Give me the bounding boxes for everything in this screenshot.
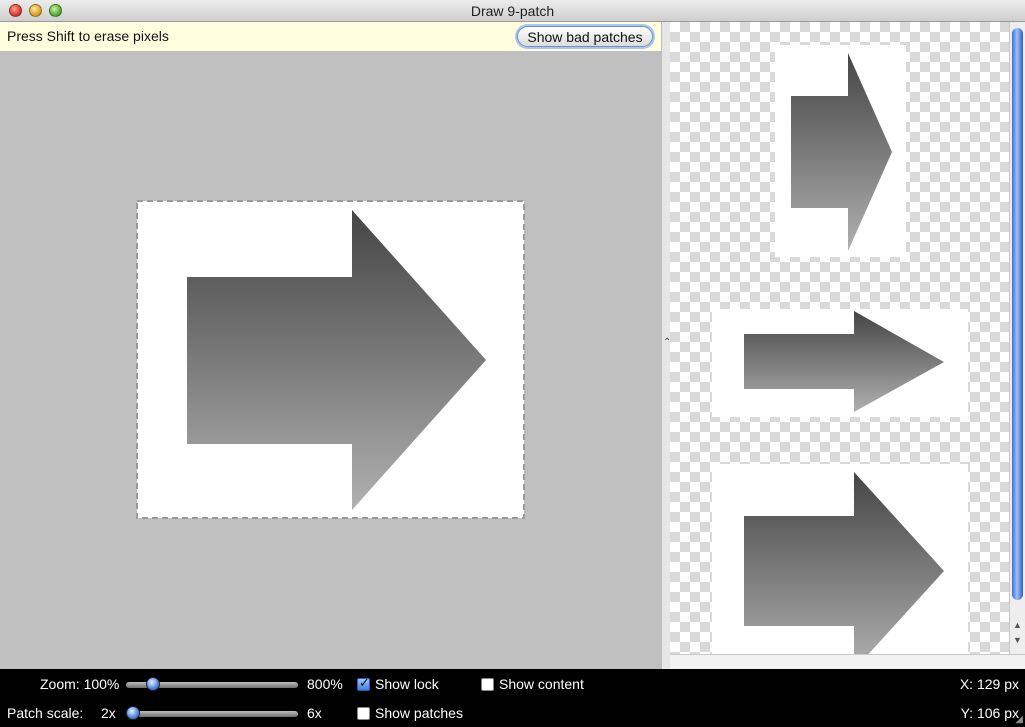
stretch-preview-pane: [670, 22, 1009, 654]
show-lock-label[interactable]: Show lock: [375, 676, 439, 692]
resize-grip-icon[interactable]: ◢: [1015, 714, 1023, 725]
scrollbar-thumb[interactable]: [1012, 28, 1023, 600]
zoom-label: Zoom: 100%: [40, 676, 120, 692]
scroll-down-icon[interactable]: ▼: [1013, 635, 1022, 645]
show-content-checkbox[interactable]: [481, 678, 494, 691]
both-stretch-preview: [712, 464, 968, 654]
patch-scale-slider-knob[interactable]: [126, 706, 140, 720]
title-bar: Draw 9-patch: [0, 0, 1025, 22]
preview-vertical-scrollbar[interactable]: ▲ ▼: [1009, 22, 1025, 654]
hint-bar: Press Shift to erase pixels Show bad pat…: [0, 22, 661, 51]
zoom-max-label: 800%: [307, 676, 343, 692]
show-content-label[interactable]: Show content: [499, 676, 584, 692]
y-coordinate-readout: Y: 106 px: [960, 705, 1019, 721]
patch-scale-max-label: 6x: [307, 705, 322, 721]
window-title: Draw 9-patch: [470, 3, 555, 19]
show-bad-patches-button[interactable]: Show bad patches: [517, 26, 653, 47]
checkmark-icon: ✓: [359, 675, 370, 690]
show-patches-checkbox[interactable]: [357, 707, 370, 720]
zoom-slider-knob[interactable]: [145, 677, 160, 691]
split-pane-divider[interactable]: ⌃: [661, 22, 671, 669]
patch-scale-min-label: 2x: [101, 705, 116, 721]
scroll-up-icon[interactable]: ▲: [1013, 620, 1022, 630]
patch-drawing-canvas[interactable]: [136, 200, 526, 542]
show-patches-label[interactable]: Show patches: [375, 705, 463, 721]
control-bar: Zoom: 100% 800% Patch scale: 2x 6x ✓ Sho…: [0, 669, 1025, 727]
patch-editor-pane[interactable]: Press Shift to erase pixels Show bad pat…: [0, 22, 661, 669]
horizontal-stretch-preview: [712, 309, 968, 417]
x-coordinate-readout: X: 129 px: [959, 676, 1019, 692]
zoom-slider[interactable]: [126, 677, 298, 691]
show-lock-checkbox[interactable]: ✓: [357, 675, 370, 691]
hint-text: Press Shift to erase pixels: [7, 28, 169, 44]
patch-scale-slider[interactable]: [126, 706, 298, 720]
preview-horizontal-scrollbar[interactable]: [670, 654, 1025, 669]
vertical-stretch-preview: [775, 45, 906, 257]
patch-scale-label: Patch scale:: [7, 705, 84, 721]
